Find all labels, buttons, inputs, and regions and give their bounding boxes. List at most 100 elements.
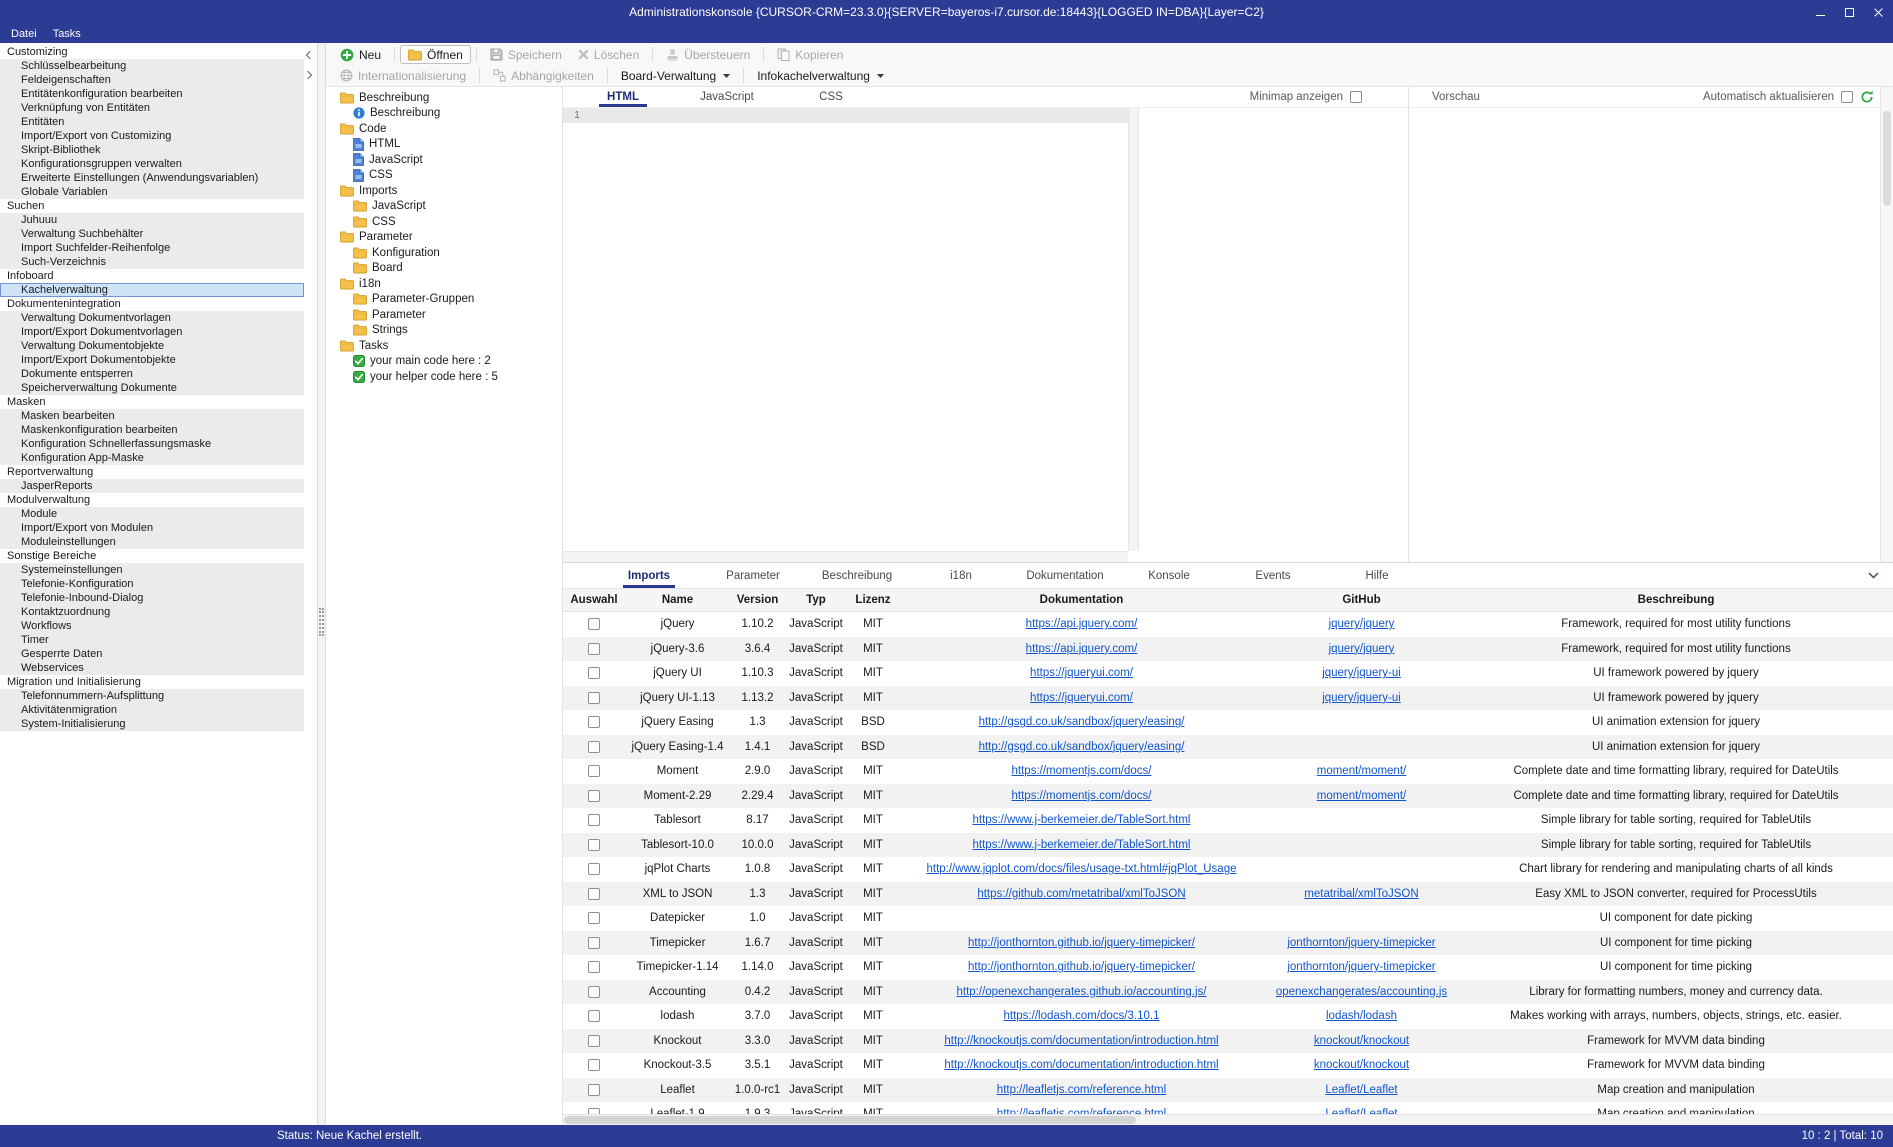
- sidebar-item-import-export-von-modulen[interactable]: Import/Export von Modulen: [0, 521, 304, 535]
- editor-vertical-scrollbar[interactable]: [1128, 108, 1139, 551]
- github-link[interactable]: openexchangerates/accounting.js: [1276, 986, 1447, 998]
- tree-node-board[interactable]: Board: [326, 261, 562, 277]
- infokachelverwaltung-button[interactable]: Infokachelverwaltung: [749, 66, 892, 85]
- github-link[interactable]: jquery/jquery: [1329, 643, 1395, 655]
- table-row[interactable]: Leaflet1.0.0-rc1JavaScriptMIThttp://leaf…: [563, 1078, 1893, 1103]
- table-horizontal-scrollbar[interactable]: [563, 1114, 1893, 1125]
- row-checkbox[interactable]: [588, 1035, 600, 1047]
- row-checkbox[interactable]: [588, 814, 600, 826]
- sidebar-item-feldeigenschaften[interactable]: Feldeigenschaften: [0, 73, 304, 87]
- sidebar-item-entit-ten[interactable]: Entitäten: [0, 115, 304, 129]
- menu-datei[interactable]: Datei: [3, 24, 45, 43]
- sidebar-item-dokumente-entsperren[interactable]: Dokumente entsperren: [0, 367, 304, 381]
- sidebar-item-systemeinstellungen[interactable]: Systemeinstellungen: [0, 563, 304, 577]
- documentation-link[interactable]: https://www.j-berkemeier.de/TableSort.ht…: [973, 814, 1191, 826]
- maximize-button[interactable]: [1835, 0, 1864, 24]
- sidebar-item-maskenkonfiguration-bearbeiten[interactable]: Maskenkonfiguration bearbeiten: [0, 423, 304, 437]
- column-header-version[interactable]: Version: [730, 589, 785, 611]
- panel-tab-parameter[interactable]: Parameter: [701, 563, 805, 588]
- neu-button[interactable]: Neu: [332, 45, 389, 64]
- sidebar-item-import-suchfelder-reihenfolge[interactable]: Import Suchfelder-Reihenfolge: [0, 241, 304, 255]
- table-row[interactable]: jQuery Easing-1.41.4.1JavaScriptBSDhttp:…: [563, 735, 1893, 760]
- sidebar-item-konfiguration-schnellerfassungsmaske[interactable]: Konfiguration Schnellerfassungsmaske: [0, 437, 304, 451]
- sidebar-item-such-verzeichnis[interactable]: Such-Verzeichnis: [0, 255, 304, 269]
- tree-node-javascript[interactable]: JavaScript: [326, 199, 562, 215]
- documentation-link[interactable]: https://api.jquery.com/: [1026, 643, 1138, 655]
- table-row[interactable]: Accounting0.4.2JavaScriptMIThttp://opene…: [563, 980, 1893, 1005]
- tree-node-tasks[interactable]: Tasks: [326, 338, 562, 354]
- sidebar-item-schl-sselbearbeitung[interactable]: Schlüsselbearbeitung: [0, 59, 304, 73]
- panel-tab-hilfe[interactable]: Hilfe: [1325, 563, 1429, 588]
- chevron-left-icon[interactable]: [305, 50, 314, 59]
- row-checkbox[interactable]: [588, 863, 600, 875]
- row-checkbox[interactable]: [588, 716, 600, 728]
- sidebar-item-telefonie-konfiguration[interactable]: Telefonie-Konfiguration: [0, 577, 304, 591]
- row-checkbox[interactable]: [588, 692, 600, 704]
- bersteuern-button[interactable]: Übersteuern: [658, 45, 758, 64]
- sidebar-item-verwaltung-dokumentobjekte[interactable]: Verwaltung Dokumentobjekte: [0, 339, 304, 353]
- column-header-auswahl[interactable]: Auswahl: [563, 589, 625, 611]
- documentation-link[interactable]: https://jqueryui.com/: [1030, 692, 1133, 704]
- table-row[interactable]: jQuery1.10.2JavaScriptMIThttps://api.jqu…: [563, 612, 1893, 637]
- tree-node-konfiguration[interactable]: Konfiguration: [326, 245, 562, 261]
- column-header-typ[interactable]: Typ: [785, 589, 847, 611]
- sidebar-item-import-export-von-customizing[interactable]: Import/Export von Customizing: [0, 129, 304, 143]
- chevron-down-icon[interactable]: [1868, 572, 1879, 579]
- documentation-link[interactable]: http://jonthornton.github.io/jquery-time…: [968, 937, 1195, 949]
- editor-tab-javascript[interactable]: JavaScript: [675, 87, 779, 107]
- sidebar-item-globale-variablen[interactable]: Globale Variablen: [0, 185, 304, 199]
- table-row[interactable]: Moment-2.292.29.4JavaScriptMIThttps://mo…: [563, 784, 1893, 809]
- refresh-icon[interactable]: [1860, 90, 1874, 104]
- sidebar-item-timer[interactable]: Timer: [0, 633, 304, 647]
- sidebar-section-infoboard[interactable]: Infoboard: [0, 269, 317, 283]
- row-checkbox[interactable]: [588, 765, 600, 777]
- table-row[interactable]: Knockout-3.53.5.1JavaScriptMIThttp://kno…: [563, 1053, 1893, 1078]
- abh-ngigkeiten-button[interactable]: Abhängigkeiten: [485, 66, 602, 85]
- internationalisierung-button[interactable]: Internationalisierung: [332, 66, 474, 85]
- tree-node-parameter[interactable]: Parameter: [326, 230, 562, 246]
- documentation-link[interactable]: https://github.com/metatribal/xmlToJSON: [977, 888, 1185, 900]
- close-button[interactable]: [1864, 0, 1893, 24]
- documentation-link[interactable]: https://jqueryui.com/: [1030, 667, 1133, 679]
- github-link[interactable]: Leaflet/Leaflet: [1325, 1084, 1397, 1096]
- speichern-button[interactable]: Speichern: [482, 45, 570, 64]
- github-link[interactable]: moment/moment/: [1317, 790, 1406, 802]
- sidebar-item-kontaktzuordnung[interactable]: Kontaktzuordnung: [0, 605, 304, 619]
- tree-node-beschreibung[interactable]: Beschreibung: [326, 106, 562, 122]
- tree-node-javascript[interactable]: JavaScript: [326, 152, 562, 168]
- panel-tab-events[interactable]: Events: [1221, 563, 1325, 588]
- github-link[interactable]: jonthornton/jquery-timepicker: [1287, 961, 1435, 973]
- chevron-right-icon[interactable]: [305, 70, 314, 79]
- github-link[interactable]: jonthornton/jquery-timepicker: [1287, 937, 1435, 949]
- sidebar-item-system-initialisierung[interactable]: System-Initialisierung: [0, 717, 304, 731]
- sidebar-section-migration-und-initialisierung[interactable]: Migration und Initialisierung: [0, 675, 317, 689]
- github-link[interactable]: moment/moment/: [1317, 765, 1406, 777]
- documentation-link[interactable]: http://knockoutjs.com/documentation/intr…: [944, 1059, 1218, 1071]
- table-row[interactable]: Timepicker1.6.7JavaScriptMIThttp://jonth…: [563, 931, 1893, 956]
- editor-tab-html[interactable]: HTML: [571, 87, 675, 107]
- column-header-beschreibung[interactable]: Beschreibung: [1459, 589, 1893, 611]
- sidebar-item-gesperrte-daten[interactable]: Gesperrte Daten: [0, 647, 304, 661]
- table-row[interactable]: jQuery Easing1.3JavaScriptBSDhttp://gsgd…: [563, 710, 1893, 735]
- documentation-link[interactable]: https://momentjs.com/docs/: [1012, 790, 1152, 802]
- github-link[interactable]: lodash/lodash: [1326, 1010, 1397, 1022]
- tree-node-parameter-gruppen[interactable]: Parameter-Gruppen: [326, 292, 562, 308]
- sidebar-section-suchen[interactable]: Suchen: [0, 199, 317, 213]
- table-row[interactable]: jQuery-3.63.6.4JavaScriptMIThttps://api.…: [563, 637, 1893, 662]
- table-row[interactable]: XML to JSON1.3JavaScriptMIThttps://githu…: [563, 882, 1893, 907]
- sidebar-item-module[interactable]: Module: [0, 507, 304, 521]
- documentation-link[interactable]: http://jonthornton.github.io/jquery-time…: [968, 961, 1195, 973]
- documentation-link[interactable]: http://gsgd.co.uk/sandbox/jquery/easing/: [979, 716, 1185, 728]
- sidebar-item-workflows[interactable]: Workflows: [0, 619, 304, 633]
- documentation-link[interactable]: https://www.j-berkemeier.de/TableSort.ht…: [973, 839, 1191, 851]
- table-row[interactable]: jQuery UI1.10.3JavaScriptMIThttps://jque…: [563, 661, 1893, 686]
- row-checkbox[interactable]: [588, 961, 600, 973]
- sidebar-section-masken[interactable]: Masken: [0, 395, 317, 409]
- sidebar-item-verwaltung-suchbeh-lter[interactable]: Verwaltung Suchbehälter: [0, 227, 304, 241]
- row-checkbox[interactable]: [588, 1084, 600, 1096]
- sidebar-item-erweiterte-einstellungen-anwendungsvariablen[interactable]: Erweiterte Einstellungen (Anwendungsvari…: [0, 171, 304, 185]
- table-scrollbar-thumb[interactable]: [564, 1116, 1136, 1124]
- sidebar-item-webservices[interactable]: Webservices: [0, 661, 304, 675]
- table-row[interactable]: Timepicker-1.141.14.0JavaScriptMIThttp:/…: [563, 955, 1893, 980]
- sidebar-item-aktivit-tenmigration[interactable]: Aktivitätenmigration: [0, 703, 304, 717]
